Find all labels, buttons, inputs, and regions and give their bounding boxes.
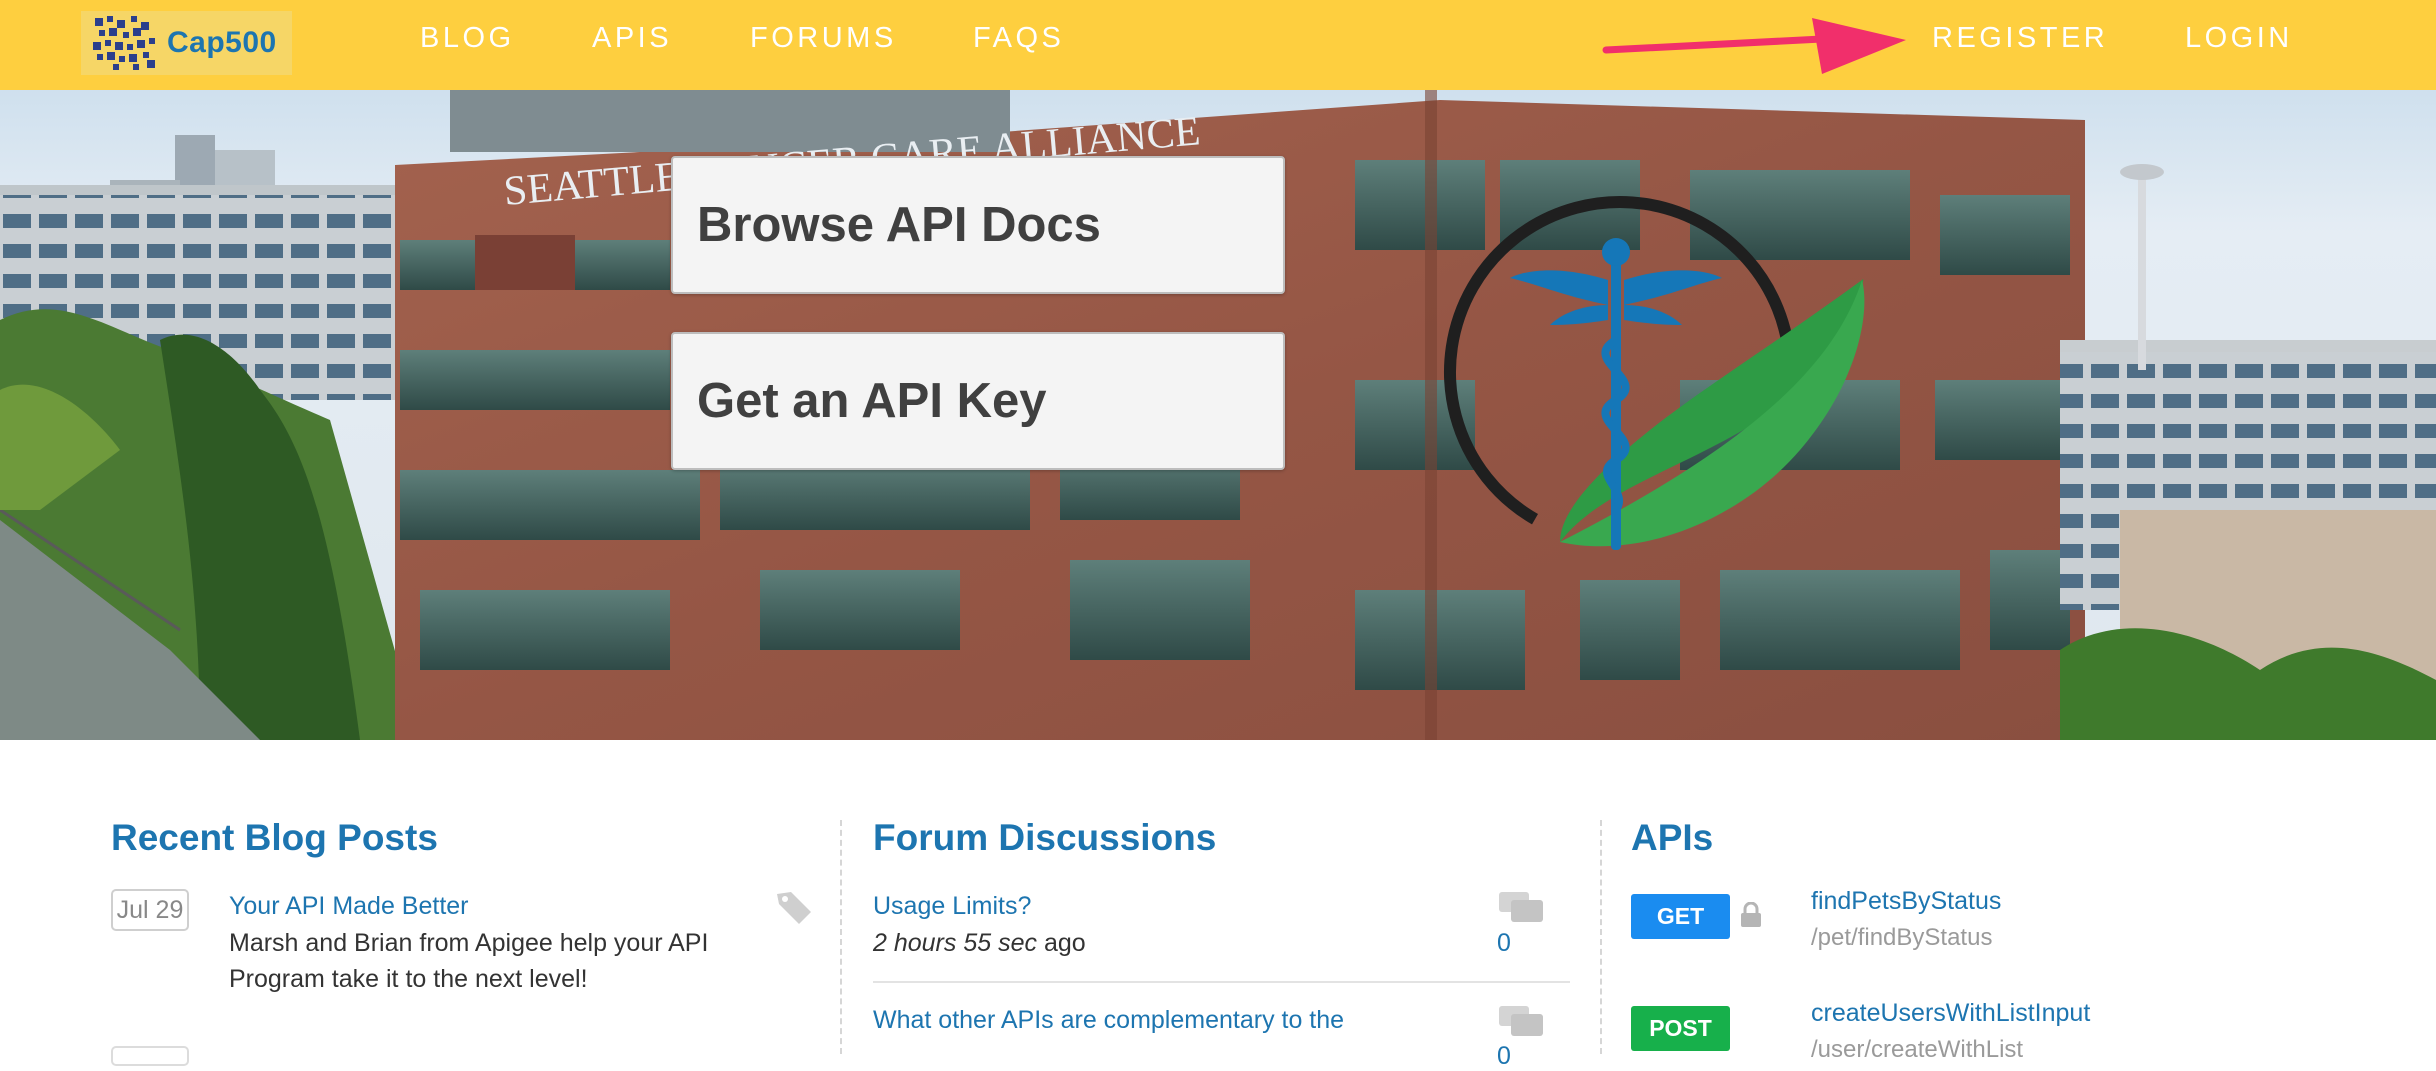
annotation-arrow-icon	[1602, 18, 1906, 74]
apis-section-title: APIs	[1631, 817, 1714, 858]
forum-topic-comment-count[interactable]: 0	[1497, 1042, 1511, 1071]
nav-blog[interactable]: BLOG	[420, 20, 515, 56]
nav-faqs[interactable]: FAQS	[973, 20, 1064, 56]
forum-topic-link[interactable]: What other APIs are complementary to the	[873, 1006, 1344, 1035]
blog-post-date: Jul 29	[111, 889, 189, 931]
comments-icon	[1499, 1006, 1543, 1036]
forum-topic-time-suffix: ago	[1043, 929, 1086, 957]
column-divider-2	[1600, 820, 1602, 1054]
nav-register[interactable]: REGISTER	[1932, 20, 2108, 56]
top-navbar: Cap500 BLOG APIS FORUMS FAQS REGISTER LO…	[0, 0, 2436, 90]
logo-mosaic-icon	[93, 16, 155, 70]
forum-topic-meta: 2 hours 55 sec ago	[873, 929, 1086, 958]
api-endpoint-path: /user/createWithList	[1811, 1036, 2024, 1063]
forum-topic-comment-count[interactable]: 0	[1497, 929, 1511, 958]
http-method-badge-post: POST	[1631, 1006, 1730, 1051]
forum-topic-time: 2 hours 55 sec	[873, 929, 1037, 957]
nav-forums[interactable]: FORUMS	[750, 20, 897, 56]
api-endpoint-path: /pet/findByStatus	[1811, 924, 1993, 951]
blog-post-excerpt-line2: Program take it to the next level!	[229, 965, 588, 993]
get-api-key-button[interactable]: Get an API Key	[671, 332, 1285, 470]
browse-api-docs-button[interactable]: Browse API Docs	[671, 156, 1285, 294]
column-divider-1	[840, 820, 842, 1054]
comments-icon	[1499, 892, 1543, 922]
forum-section-title: Forum Discussions	[873, 817, 1217, 858]
blog-post-date-partial	[111, 1046, 189, 1066]
brand-name: Cap500	[167, 26, 277, 59]
nav-login[interactable]: LOGIN	[2185, 20, 2293, 56]
forum-topic-separator	[873, 981, 1570, 983]
api-endpoint-link[interactable]: createUsersWithListInput	[1811, 999, 2090, 1028]
blog-section-title: Recent Blog Posts	[111, 817, 438, 858]
api-endpoint-link[interactable]: findPetsByStatus	[1811, 887, 2001, 916]
tag-icon[interactable]	[775, 890, 813, 924]
blog-post-title-link[interactable]: Your API Made Better	[229, 892, 469, 921]
blog-post-excerpt-line1: Marsh and Brian from Apigee help your AP…	[229, 929, 709, 957]
nav-apis[interactable]: APIS	[592, 20, 672, 56]
forum-topic-link[interactable]: Usage Limits?	[873, 892, 1031, 921]
hero-banner: SEATTLE CANCER CARE ALLIANCE Browse API …	[0, 90, 2436, 740]
lock-icon	[1741, 902, 1761, 927]
brand-logo[interactable]: Cap500	[81, 11, 292, 75]
http-method-badge-get: GET	[1631, 894, 1730, 939]
